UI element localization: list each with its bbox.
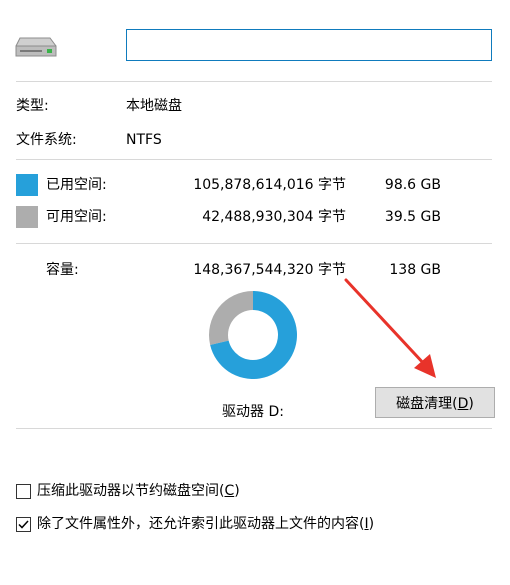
file-system-label: 文件系统:: [16, 132, 77, 148]
annotation-arrow: [340, 276, 450, 388]
separator: [16, 159, 492, 160]
used-space-swatch: [16, 174, 38, 196]
index-option-label[interactable]: 除了文件属性外，还允许索引此驱动器上文件的内容(I): [37, 515, 374, 533]
free-space-size: 39.5 GB: [384, 209, 441, 225]
separator: [16, 428, 492, 429]
hard-drive-icon: [14, 34, 58, 60]
disk-cleanup-label: 磁盘清理(D): [396, 395, 474, 412]
separator: [16, 81, 492, 82]
free-space-arc: [209, 291, 253, 345]
separator: [16, 243, 492, 244]
index-checkbox[interactable]: [16, 517, 31, 532]
disk-usage-donut: [206, 288, 300, 382]
compress-option-label[interactable]: 压缩此驱动器以节约磁盘空间(C): [37, 482, 240, 500]
used-space-size: 98.6 GB: [384, 177, 441, 193]
capacity-label: 容量:: [46, 262, 79, 278]
capacity-bytes: 148,367,544,320 字节: [193, 262, 346, 278]
file-system-value: NTFS: [126, 132, 162, 148]
drive-name-input[interactable]: [126, 29, 492, 61]
type-label: 类型:: [16, 98, 49, 114]
checkmark-icon: [18, 520, 29, 529]
free-space-swatch: [16, 206, 38, 228]
disk-cleanup-button[interactable]: 磁盘清理(D): [375, 387, 495, 418]
compress-checkbox[interactable]: [16, 484, 31, 499]
used-space-bytes: 105,878,614,016 字节: [193, 177, 346, 193]
free-space-label: 可用空间:: [46, 209, 107, 225]
drive-letter-label: 驱动器 D:: [222, 404, 284, 420]
free-space-bytes: 42,488,930,304 字节: [202, 209, 346, 225]
used-space-label: 已用空间:: [46, 177, 107, 193]
type-value: 本地磁盘: [126, 98, 182, 114]
